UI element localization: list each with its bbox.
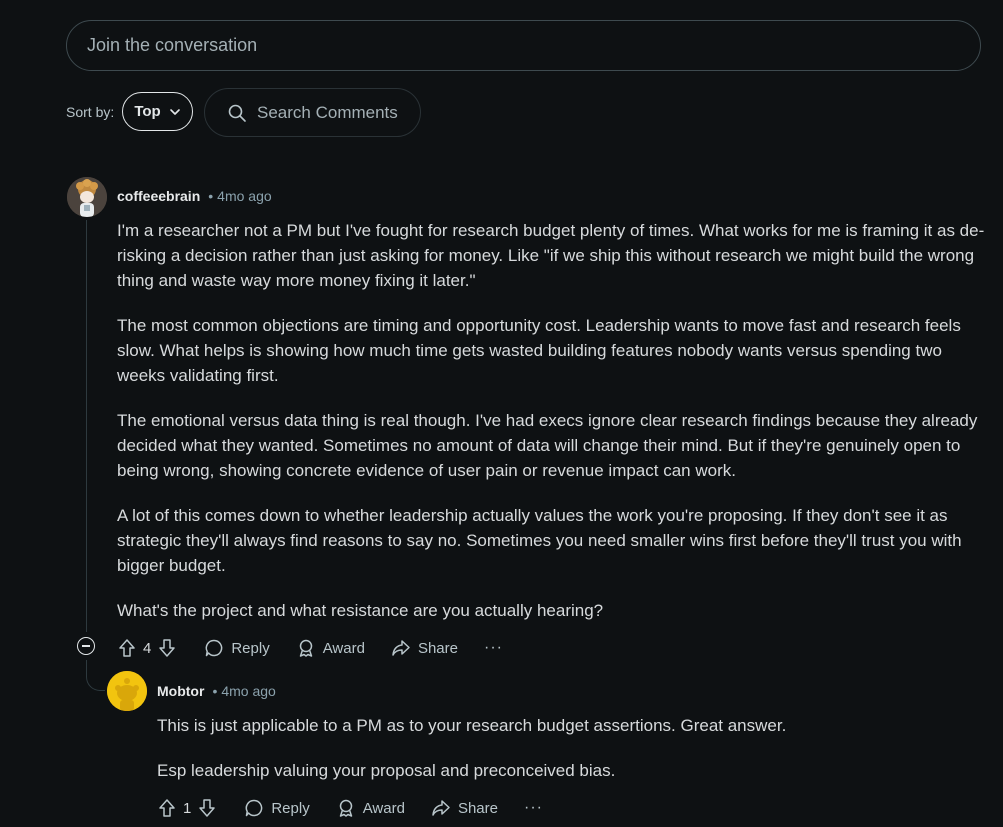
comment-body: This is just applicable to a PM as to yo… xyxy=(157,713,987,803)
award-label: Award xyxy=(322,639,365,657)
comment-bubble-icon xyxy=(204,638,224,658)
award-icon xyxy=(336,798,356,818)
share-label: Share xyxy=(457,799,498,817)
award-icon xyxy=(296,638,316,658)
more-options-icon[interactable]: ··· xyxy=(524,799,543,817)
comment-time[interactable]: 4mo ago xyxy=(221,683,275,699)
share-label: Share xyxy=(417,639,458,657)
reply-button[interactable]: Reply xyxy=(244,798,310,818)
sort-selected: Top xyxy=(134,103,161,120)
comment-body: I'm a researcher not a PM but I've fough… xyxy=(117,218,989,643)
comment-paragraph: This is just applicable to a PM as to yo… xyxy=(157,716,787,735)
award-button[interactable]: Award xyxy=(296,638,365,658)
comment-meta: Mobtor • 4mo ago xyxy=(157,683,276,699)
vote-control: 4 xyxy=(117,638,177,658)
meta-separator: • xyxy=(212,683,218,699)
comment-paragraph: Esp leadership valuing your proposal and… xyxy=(157,761,616,780)
upvote-icon[interactable] xyxy=(157,798,177,818)
avatar[interactable] xyxy=(67,177,107,217)
join-conversation-input[interactable]: Join the conversation xyxy=(66,20,981,71)
comment-paragraph: A lot of this comes down to whether lead… xyxy=(117,506,962,575)
search-icon xyxy=(227,103,247,123)
reply-label: Reply xyxy=(271,799,310,817)
award-button[interactable]: Award xyxy=(336,798,405,818)
more-options-icon[interactable]: ··· xyxy=(484,639,503,657)
comment-paragraph: The most common objections are timing an… xyxy=(117,316,961,385)
share-button[interactable]: Share xyxy=(431,798,498,818)
vote-count: 4 xyxy=(143,639,152,657)
meta-separator: • xyxy=(208,188,214,204)
comment-time[interactable]: 4mo ago xyxy=(217,188,271,204)
avatar[interactable] xyxy=(107,671,147,711)
downvote-icon[interactable] xyxy=(197,798,217,818)
comment-author[interactable]: coffeeebrain xyxy=(117,188,200,204)
share-icon xyxy=(391,638,411,658)
sort-dropdown[interactable]: Top xyxy=(122,92,193,131)
chevron-down-icon xyxy=(169,106,181,118)
thread-line[interactable] xyxy=(86,220,87,632)
downvote-icon[interactable] xyxy=(157,638,177,658)
share-button[interactable]: Share xyxy=(391,638,458,658)
reply-button[interactable]: Reply xyxy=(204,638,270,658)
vote-count: 1 xyxy=(183,799,192,817)
search-comments-label: Search Comments xyxy=(257,102,398,122)
comments-page: Join the conversation Sort by: Top Searc… xyxy=(0,0,1003,827)
award-label: Award xyxy=(362,799,405,817)
sort-label: Sort by: xyxy=(66,104,115,120)
comment-bubble-icon xyxy=(244,798,264,818)
comment-actions: 4 Reply Award Share ··· xyxy=(117,636,503,660)
comment-actions: 1 Reply Award Share ··· xyxy=(157,796,543,820)
collapse-thread-button[interactable] xyxy=(77,637,95,655)
comment-author[interactable]: Mobtor xyxy=(157,683,204,699)
comment-meta: coffeeebrain • 4mo ago xyxy=(117,188,272,204)
vote-control: 1 xyxy=(157,798,217,818)
reply-label: Reply xyxy=(231,639,270,657)
share-icon xyxy=(431,798,451,818)
reply-connector xyxy=(86,660,105,691)
comment-paragraph: What's the project and what resistance a… xyxy=(117,601,604,620)
upvote-icon[interactable] xyxy=(117,638,137,658)
comment-paragraph: The emotional versus data thing is real … xyxy=(117,411,978,480)
search-comments-button[interactable]: Search Comments xyxy=(204,88,421,137)
comment-paragraph: I'm a researcher not a PM but I've fough… xyxy=(117,221,985,290)
join-conversation-placeholder: Join the conversation xyxy=(87,35,258,55)
